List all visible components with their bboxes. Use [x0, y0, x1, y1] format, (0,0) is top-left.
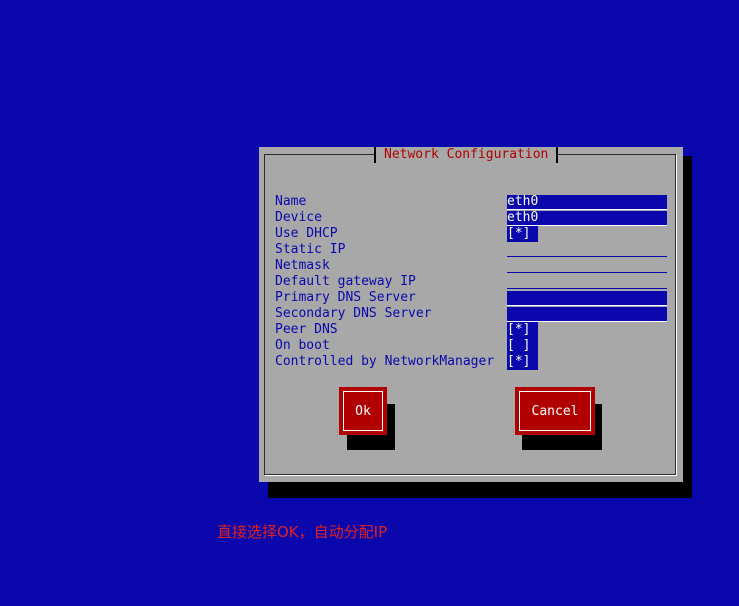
network-configuration-dialog: Network Configuration Name eth0 Device e… — [259, 147, 683, 482]
peer-dns-label: Peer DNS — [275, 322, 338, 337]
cancel-button[interactable]: Cancel — [515, 387, 595, 435]
name-label: Name — [275, 194, 307, 209]
nm-controlled-label: Controlled by NetworkManager — [275, 354, 495, 369]
ok-button-label: Ok — [343, 391, 383, 431]
on-boot-checkbox[interactable]: [ ] — [507, 338, 538, 354]
netmask-label: Netmask — [275, 258, 330, 273]
ok-button[interactable]: Ok — [339, 387, 387, 435]
peer-dns-checkbox[interactable]: [*] — [507, 322, 538, 338]
use-dhcp-label: Use DHCP — [275, 226, 338, 241]
default-gateway-field[interactable] — [507, 288, 667, 289]
default-gateway-label: Default gateway IP — [275, 274, 416, 289]
netmask-field[interactable] — [507, 272, 667, 273]
primary-dns-field[interactable] — [507, 291, 667, 306]
cancel-button-label: Cancel — [519, 391, 591, 431]
name-field[interactable]: eth0 — [507, 195, 667, 210]
nm-controlled-checkbox[interactable]: [*] — [507, 354, 538, 370]
static-ip-field[interactable] — [507, 256, 667, 257]
on-boot-label: On boot — [275, 338, 330, 353]
primary-dns-label: Primary DNS Server — [275, 290, 416, 305]
static-ip-label: Static IP — [275, 242, 346, 257]
device-field[interactable]: eth0 — [507, 211, 667, 226]
secondary-dns-label: Secondary DNS Server — [275, 306, 432, 321]
dialog-title: Network Configuration — [374, 147, 559, 163]
secondary-dns-field[interactable] — [507, 307, 667, 322]
device-label: Device — [275, 210, 322, 225]
use-dhcp-checkbox[interactable]: [*] — [507, 226, 538, 242]
annotation-caption: 直接选择OK，自动分配IP — [217, 523, 388, 541]
